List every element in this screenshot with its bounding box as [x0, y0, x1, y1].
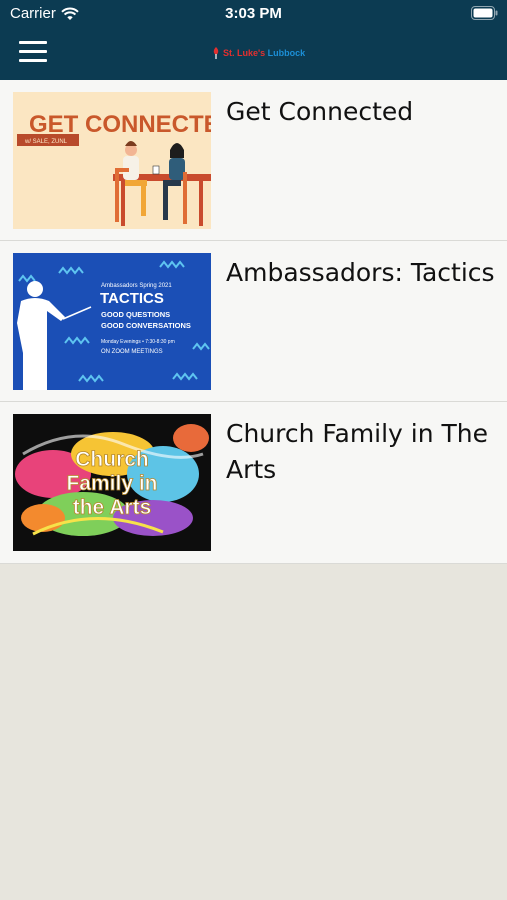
thumb-line1: Ambassadors Spring 2021	[101, 283, 172, 289]
nav-bar: St. Luke's Lubbock	[0, 28, 507, 80]
logo-text-blue: Lubbock	[267, 48, 306, 58]
list-item-church-family-arts[interactable]: Church Family in the Arts Church Family …	[0, 402, 507, 564]
thumb-headline: GET CONNECTED	[29, 111, 211, 138]
ambassadors-tactics-thumbnail: Ambassadors Spring 2021 TACTICS GOOD QUE…	[13, 253, 211, 390]
thumb-line6: ON ZOOM MEETINGS	[101, 349, 163, 355]
thumb-line3: GOOD QUESTIONS	[101, 310, 170, 319]
thumb-line3: the Arts	[73, 496, 152, 519]
get-connected-thumbnail: GET CONNECTED w/ SALE, ZUNL	[13, 92, 211, 229]
item-title: Church Family in The Arts	[226, 419, 489, 484]
thumb-line1: Church	[75, 448, 149, 471]
logo-mark-icon	[213, 47, 219, 59]
list-item-ambassadors-tactics[interactable]: Ambassadors Spring 2021 TACTICS GOOD QUE…	[0, 241, 507, 402]
logo-text: St. Luke's Lubbock	[223, 48, 305, 58]
hamburger-menu-icon[interactable]	[19, 40, 49, 66]
battery-icon	[471, 6, 498, 20]
thumb-line4: GOOD CONVERSATIONS	[101, 321, 191, 330]
item-title: Ambassadors: Tactics	[226, 258, 495, 287]
thumb-line2: TACTICS	[100, 290, 164, 307]
thumb-line2: Family in	[66, 472, 157, 495]
list-item-get-connected[interactable]: GET CONNECTED w/ SALE, ZUNL Get	[0, 80, 507, 241]
thumb-subheadline: w/ SALE, ZUNL	[24, 139, 68, 145]
thumb-line5: Monday Evenings • 7:30-8:30 pm	[101, 339, 175, 345]
logo-text-red: St. Luke's	[223, 48, 266, 58]
clock: 3:03 PM	[225, 5, 282, 22]
status-bar: Carrier 3:03 PM	[0, 0, 507, 28]
event-list: GET CONNECTED w/ SALE, ZUNL Get	[0, 80, 507, 564]
church-family-arts-thumbnail: Church Family in the Arts	[13, 414, 211, 551]
item-title: Get Connected	[226, 97, 414, 126]
app-logo: St. Luke's Lubbock	[212, 46, 305, 60]
